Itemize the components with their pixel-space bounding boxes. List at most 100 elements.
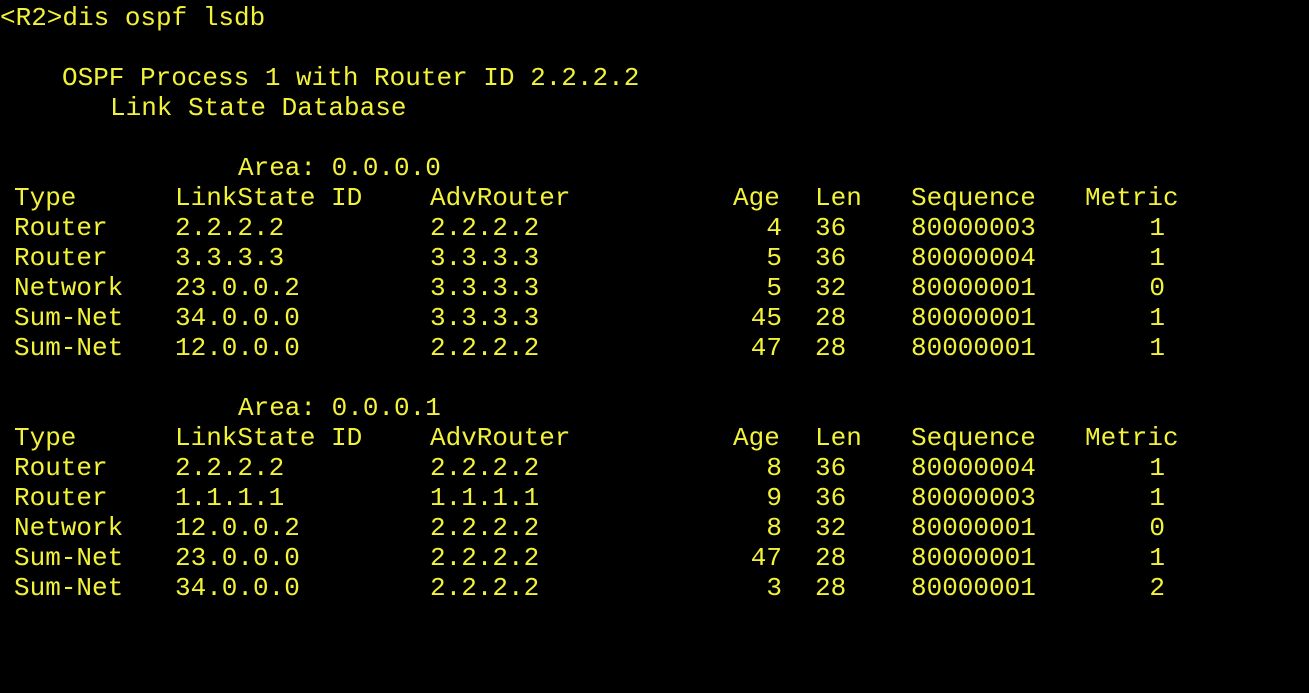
cell-lsid: 2.2.2.2 — [175, 213, 285, 243]
cell-adv-router: 1.1.1.1 — [430, 483, 540, 513]
cell-lsid: 23.0.0.0 — [175, 543, 300, 573]
cell-sequence: 80000001 — [911, 513, 1036, 543]
cell-type: Sum-Net — [14, 333, 124, 363]
cell-sequence: 80000003 — [911, 483, 1036, 513]
db-title-line: Link State Database — [0, 93, 1309, 123]
cell-len: 32 — [815, 273, 847, 303]
cell-type: Router — [14, 243, 108, 273]
cell-lsid: 23.0.0.2 — [175, 273, 300, 303]
area-label: Area: 0.0.0.1 — [238, 393, 441, 423]
cell-len: 36 — [815, 243, 847, 273]
header-age: Age — [733, 423, 780, 453]
cell-age: 47 — [750, 543, 782, 573]
cell-adv-router: 3.3.3.3 — [430, 303, 540, 333]
cell-metric: 1 — [1149, 543, 1165, 573]
cell-sequence: 80000001 — [911, 543, 1036, 573]
cell-sequence: 80000003 — [911, 213, 1036, 243]
cell-metric: 1 — [1149, 213, 1165, 243]
cell-lsid: 34.0.0.0 — [175, 573, 300, 603]
cell-adv-router: 3.3.3.3 — [430, 243, 540, 273]
table-row: Sum-Net 12.0.0.0 2.2.2.2 47 28 80000001 1 — [0, 333, 1309, 363]
terminal-window[interactable]: <R2>dis ospf lsdb OSPF Process 1 with Ro… — [0, 0, 1309, 642]
cell-metric: 2 — [1149, 573, 1165, 603]
area-label-line: Area: 0.0.0.0 — [0, 153, 1309, 183]
cell-len: 32 — [815, 513, 847, 543]
cell-len: 28 — [815, 333, 847, 363]
cell-sequence: 80000001 — [911, 273, 1036, 303]
cell-sequence: 80000001 — [911, 303, 1036, 333]
cell-metric: 0 — [1149, 513, 1165, 543]
cell-type: Sum-Net — [14, 303, 124, 333]
cell-sequence: 80000001 — [911, 573, 1036, 603]
header-metric: Metric — [1085, 183, 1179, 213]
cell-metric: 1 — [1149, 453, 1165, 483]
table-row: Network 12.0.0.2 2.2.2.2 8 32 80000001 0 — [0, 513, 1309, 543]
command-line: <R2>dis ospf lsdb — [0, 3, 1309, 33]
table-row: Router 2.2.2.2 2.2.2.2 4 36 80000003 1 — [0, 213, 1309, 243]
cell-age: 8 — [766, 453, 782, 483]
table-row: Sum-Net 23.0.0.0 2.2.2.2 47 28 80000001 1 — [0, 543, 1309, 573]
process-line: OSPF Process 1 with Router ID 2.2.2.2 — [0, 63, 1309, 93]
cell-metric: 0 — [1149, 273, 1165, 303]
header-lsid: LinkState ID — [175, 423, 363, 453]
cell-lsid: 1.1.1.1 — [175, 483, 285, 513]
header-adv-router: AdvRouter — [430, 183, 571, 213]
header-metric: Metric — [1085, 423, 1179, 453]
cell-adv-router: 2.2.2.2 — [430, 513, 540, 543]
cell-type: Sum-Net — [14, 573, 124, 603]
cell-type: Router — [14, 453, 108, 483]
cell-type: Network — [14, 273, 124, 303]
table-row: Sum-Net 34.0.0.0 3.3.3.3 45 28 80000001 1 — [0, 303, 1309, 333]
cell-age: 4 — [766, 213, 782, 243]
cell-age: 5 — [766, 243, 782, 273]
cell-type: Network — [14, 513, 124, 543]
table-row: Sum-Net 34.0.0.0 2.2.2.2 3 28 80000001 2 — [0, 573, 1309, 603]
table-row: Router 3.3.3.3 3.3.3.3 5 36 80000004 1 — [0, 243, 1309, 273]
area-label: Area: 0.0.0.0 — [238, 153, 441, 183]
area-label-line: Area: 0.0.0.1 — [0, 393, 1309, 423]
cell-sequence: 80000004 — [911, 243, 1036, 273]
cell-lsid: 3.3.3.3 — [175, 243, 285, 273]
header-sequence: Sequence — [911, 183, 1036, 213]
table-row: Router 2.2.2.2 2.2.2.2 8 36 80000004 1 — [0, 453, 1309, 483]
header-sequence: Sequence — [911, 423, 1036, 453]
cell-adv-router: 2.2.2.2 — [430, 573, 540, 603]
cell-age: 8 — [766, 513, 782, 543]
cell-metric: 1 — [1149, 483, 1165, 513]
header-len: Len — [815, 183, 862, 213]
cell-adv-router: 2.2.2.2 — [430, 213, 540, 243]
cell-age: 45 — [750, 303, 782, 333]
header-age: Age — [733, 183, 780, 213]
cell-sequence: 80000001 — [911, 333, 1036, 363]
cell-adv-router: 2.2.2.2 — [430, 453, 540, 483]
cell-age: 3 — [766, 573, 782, 603]
cell-age: 47 — [750, 333, 782, 363]
cell-metric: 1 — [1149, 243, 1165, 273]
cell-adv-router: 2.2.2.2 — [430, 543, 540, 573]
cell-len: 36 — [815, 483, 847, 513]
cell-type: Sum-Net — [14, 543, 124, 573]
cell-sequence: 80000004 — [911, 453, 1036, 483]
cell-metric: 1 — [1149, 333, 1165, 363]
table-row: Router 1.1.1.1 1.1.1.1 9 36 80000003 1 — [0, 483, 1309, 513]
command-prompt: <R2>dis ospf lsdb — [0, 3, 266, 33]
cell-lsid: 2.2.2.2 — [175, 453, 285, 483]
header-type: Type — [14, 183, 77, 213]
cell-lsid: 12.0.0.0 — [175, 333, 300, 363]
cell-type: Router — [14, 213, 108, 243]
cell-lsid: 34.0.0.0 — [175, 303, 300, 333]
table-header: Type LinkState ID AdvRouter Age Len Sequ… — [0, 423, 1309, 453]
ospf-process-title: OSPF Process 1 with Router ID 2.2.2.2 — [62, 63, 640, 93]
header-lsid: LinkState ID — [175, 183, 363, 213]
table-header: Type LinkState ID AdvRouter Age Len Sequ… — [0, 183, 1309, 213]
table-row: Network 23.0.0.2 3.3.3.3 5 32 80000001 0 — [0, 273, 1309, 303]
cell-type: Router — [14, 483, 108, 513]
header-adv-router: AdvRouter — [430, 423, 571, 453]
cell-adv-router: 3.3.3.3 — [430, 273, 540, 303]
cell-lsid: 12.0.0.2 — [175, 513, 300, 543]
cell-len: 28 — [815, 543, 847, 573]
cell-age: 9 — [766, 483, 782, 513]
